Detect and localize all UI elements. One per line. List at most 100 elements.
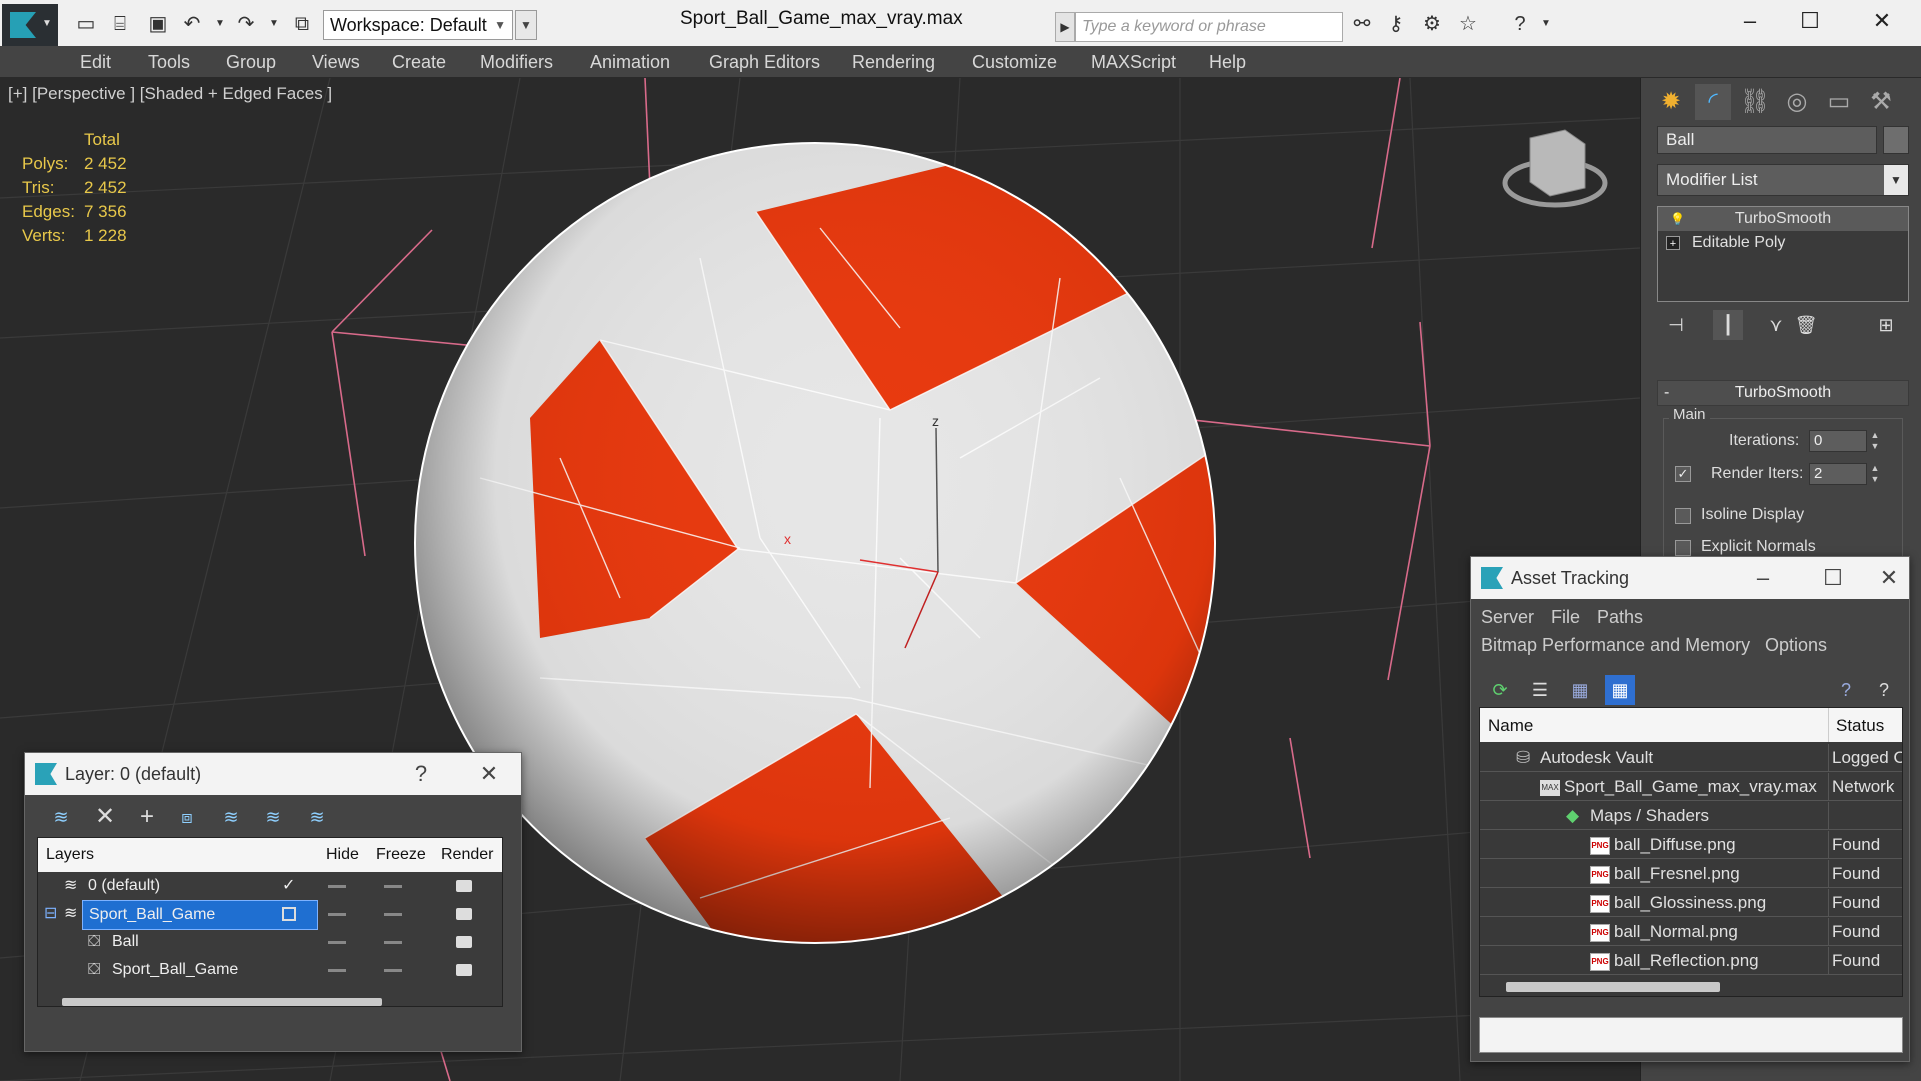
settings-key-icon[interactable]: ⚙	[1420, 12, 1444, 36]
object-name-field[interactable]: Ball	[1657, 126, 1877, 154]
hierarchy-tab-icon[interactable]: ⛓	[1737, 84, 1773, 120]
lightbulb-icon[interactable]: 💡	[1670, 212, 1685, 226]
menu-graph-editors[interactable]: Graph Editors	[709, 46, 820, 78]
layer-row-sport-ball-game[interactable]: ⊟ ≋ Sport_Ball_Game	[38, 900, 502, 930]
asset-menu-paths[interactable]: Paths	[1597, 607, 1643, 628]
layer-window-titlebar[interactable]: Layer: 0 (default) ? ✕	[25, 753, 521, 795]
help-dropdown-icon[interactable]: ▼	[1534, 12, 1558, 36]
add-to-layer-icon[interactable]: +	[133, 803, 161, 831]
save-icon[interactable]: ▣	[146, 12, 170, 36]
hide-toggle[interactable]	[328, 885, 346, 888]
menu-rendering[interactable]: Rendering	[852, 46, 935, 78]
make-unique-icon[interactable]: ⋎	[1761, 310, 1791, 340]
new-file-icon[interactable]: ▭	[74, 12, 98, 36]
layer-row-ball[interactable]: ⛋ Ball	[38, 928, 502, 956]
delete-layer-icon[interactable]: ✕	[91, 803, 119, 831]
asset-menu-file[interactable]: File	[1551, 607, 1580, 628]
col-status[interactable]: Status	[1836, 716, 1884, 736]
col-name[interactable]: Name	[1488, 716, 1533, 736]
collapse-icon[interactable]: ⊟	[44, 900, 57, 928]
project-folder-icon[interactable]: ⧉	[290, 12, 314, 36]
asset-row-max-file[interactable]: MAX Sport_Ball_Game_max_vray.max Network	[1480, 773, 1902, 801]
asset-row-vault[interactable]: ⛁ Autodesk Vault Logged O	[1480, 744, 1902, 772]
render-toggle-icon[interactable]	[456, 936, 472, 948]
menu-tools[interactable]: Tools	[148, 46, 190, 78]
maximize-button[interactable]: ☐	[1813, 557, 1853, 599]
asset-row-diffuse[interactable]: PNG ball_Diffuse.png Found	[1480, 831, 1902, 859]
render-iters-spin-arrows[interactable]: ▲ ▼	[1869, 463, 1881, 485]
minimize-button[interactable]: –	[1730, 6, 1770, 36]
binoculars-icon[interactable]: ⚯	[1350, 12, 1374, 36]
menu-group[interactable]: Group	[226, 46, 276, 78]
close-button[interactable]: ✕	[469, 753, 509, 795]
active-layer-check-icon[interactable]: ✓	[282, 872, 295, 900]
asset-row-fresnel[interactable]: PNG ball_Fresnel.png Found	[1480, 860, 1902, 888]
col-layers[interactable]: Layers	[46, 846, 94, 864]
iterations-spinner[interactable]: 0	[1809, 430, 1867, 452]
workspace-menu-button[interactable]: ▼	[515, 10, 537, 40]
redo-dropdown-icon[interactable]: ▼	[262, 12, 286, 36]
asset-row-glossiness[interactable]: PNG ball_Glossiness.png Found	[1480, 889, 1902, 917]
isoline-display-checkbox[interactable]	[1675, 508, 1691, 524]
sport-ball-mesh[interactable]	[414, 142, 1340, 978]
iterations-spin-arrows[interactable]: ▲ ▼	[1869, 430, 1881, 452]
viewport-label[interactable]: [+] [Perspective ] [Shaded + Edged Faces…	[8, 84, 332, 104]
minimize-button[interactable]: –	[1743, 557, 1783, 599]
key-icon[interactable]: ⚷	[1384, 12, 1408, 36]
menu-animation[interactable]: Animation	[590, 46, 670, 78]
list-view-icon[interactable]: ☰	[1525, 675, 1555, 705]
stack-item-turbosmooth[interactable]: 💡 TurboSmooth	[1658, 207, 1908, 231]
app-logo-icon[interactable]: ▼	[2, 4, 58, 46]
menu-create[interactable]: Create	[392, 46, 446, 78]
expand-plus-icon[interactable]: +	[1666, 236, 1680, 250]
hide-toggle[interactable]	[328, 941, 346, 944]
search-expand-button[interactable]: ▶	[1055, 12, 1075, 42]
select-in-layer-icon[interactable]: ⧈	[173, 803, 201, 831]
asset-row-normal[interactable]: PNG ball_Normal.png Found	[1480, 918, 1902, 946]
asset-row-maps-shaders[interactable]: ◆ Maps / Shaders	[1480, 802, 1902, 830]
col-freeze[interactable]: Freeze	[376, 846, 426, 864]
new-layer-icon[interactable]: ≋	[47, 803, 75, 831]
layer-row-sport-ball-game-object[interactable]: ⛋ Sport_Ball_Game	[38, 956, 502, 984]
stack-item-editable-poly[interactable]: + Editable Poly	[1658, 231, 1908, 255]
asset-horizontal-scrollbar[interactable]	[1506, 982, 1720, 992]
configure-sets-icon[interactable]: ⊞	[1871, 310, 1901, 340]
utilities-tab-icon[interactable]: ⚒	[1863, 84, 1899, 120]
menu-views[interactable]: Views	[312, 46, 360, 78]
render-iters-spinner[interactable]: 2	[1809, 463, 1867, 485]
asset-menu-server[interactable]: Server	[1481, 607, 1534, 628]
viewcube[interactable]	[1502, 129, 1608, 208]
object-color-swatch[interactable]	[1883, 126, 1909, 154]
display-tab-icon[interactable]: ▭	[1821, 84, 1857, 120]
hide-toggle[interactable]	[328, 913, 346, 916]
motion-tab-icon[interactable]: ◎	[1779, 84, 1815, 120]
undo-icon[interactable]: ↶	[180, 12, 204, 36]
hide-toggle[interactable]	[328, 969, 346, 972]
modify-tab-icon[interactable]: ◜	[1695, 84, 1731, 120]
context-help-icon[interactable]: ?	[1869, 675, 1899, 705]
render-toggle-icon[interactable]	[456, 964, 472, 976]
pin-stack-icon[interactable]: ⊣	[1661, 310, 1691, 340]
explicit-normals-checkbox[interactable]	[1675, 540, 1691, 556]
create-tab-icon[interactable]: ✹	[1653, 84, 1689, 120]
layers-horizontal-scrollbar[interactable]	[62, 998, 382, 1006]
refresh-icon[interactable]: ⟳	[1485, 675, 1515, 705]
active-layer-box-icon[interactable]	[282, 907, 296, 921]
hide-all-layers-icon[interactable]: ≋	[259, 803, 287, 831]
col-render[interactable]: Render	[441, 846, 493, 864]
undo-dropdown-icon[interactable]: ▼	[208, 12, 232, 36]
menu-maxscript[interactable]: MAXScript	[1091, 46, 1176, 78]
render-iters-checkbox[interactable]: ✓	[1675, 466, 1691, 482]
asset-menu-bitmap-performance[interactable]: Bitmap Performance and Memory	[1481, 635, 1750, 656]
help-icon[interactable]: ?	[1508, 12, 1532, 36]
freeze-all-layers-icon[interactable]: ≋	[303, 803, 331, 831]
help-button[interactable]: ?	[401, 753, 441, 795]
star-icon[interactable]: ☆	[1456, 12, 1480, 36]
col-hide[interactable]: Hide	[326, 846, 359, 864]
vault-help-icon[interactable]: ?	[1831, 675, 1861, 705]
freeze-toggle[interactable]	[384, 885, 402, 888]
render-toggle-icon[interactable]	[456, 908, 472, 920]
show-end-result-icon[interactable]: ┃	[1713, 310, 1743, 340]
freeze-toggle[interactable]	[384, 913, 402, 916]
thumbnail-view-icon[interactable]: ▦	[1565, 675, 1595, 705]
